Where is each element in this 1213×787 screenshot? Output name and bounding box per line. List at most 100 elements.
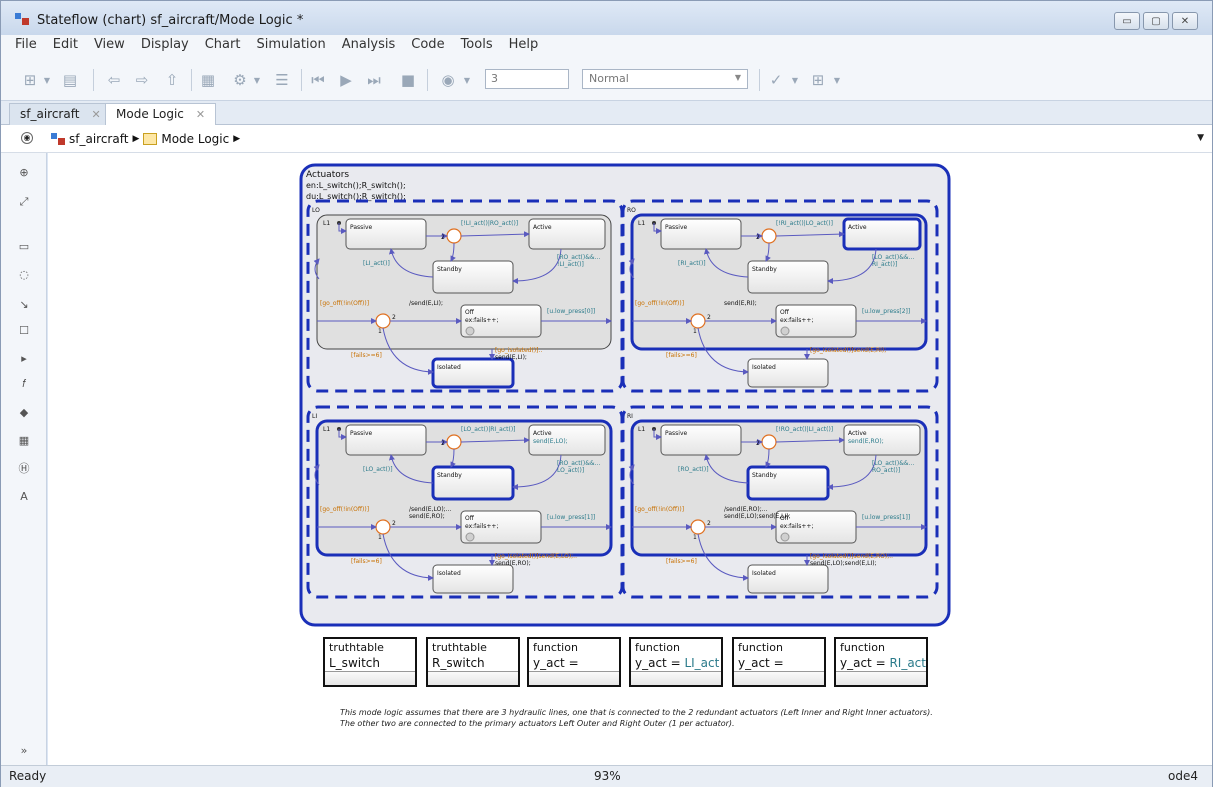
new-model-icon[interactable]: ⊞ [19,69,41,91]
box-tool-icon[interactable]: ☐ [15,321,33,339]
check-icon[interactable]: ✓ [765,69,787,91]
function-block[interactable]: function y_act = RI_act [834,637,928,687]
breadcrumb-item-mode-logic[interactable]: Mode Logic [161,132,229,146]
label-send: /send(E,RO);... [724,506,768,513]
tab-sf-aircraft[interactable]: sf_aircraft ✕ [9,103,112,125]
chevron-down-icon[interactable]: ▼ [1197,133,1204,143]
block-footer [325,671,415,685]
menu-edit[interactable]: Edit [45,35,86,57]
settings-dropdown-icon[interactable]: ▼ [251,69,263,91]
breadcrumb-item-sf-aircraft[interactable]: sf_aircraft [69,132,128,146]
inner-state-name: L1 [323,220,330,227]
close-tab-icon[interactable]: ✕ [91,108,100,121]
maximize-button[interactable]: ▢ [1143,12,1169,30]
junction[interactable] [690,519,706,535]
state-tool-icon[interactable]: ▭ [15,237,33,255]
hide-explorer-icon[interactable]: ◉ [21,132,33,144]
junction[interactable] [375,519,391,535]
expand-palette-icon[interactable]: » [15,741,33,759]
menu-chart[interactable]: Chart [197,35,249,57]
junction[interactable] [690,313,706,329]
tab-mode-logic[interactable]: Mode Logic ✕ [105,103,217,126]
model-explorer-icon[interactable]: ☰ [271,69,293,91]
annotation-tool-icon[interactable]: A [15,487,33,505]
block-signature: R_switch [432,656,485,670]
simulink-state-icon[interactable]: ▸ [15,349,33,367]
label-active-standby-2: RI_act()] [872,261,897,268]
chart-annotation: This mode logic assumes that there are 3… [340,707,933,729]
window-title: Stateflow (chart) sf_aircraft/Mode Logic… [37,13,304,28]
junction[interactable] [446,228,462,244]
breadcrumb: sf_aircraft ▶ Mode Logic ▶ [51,132,240,146]
toolbar: ⊞ ▼ ▤ ⇦ ⇨ ⇧ ▦ ⚙ ▼ ☰ ⏮ ▶ ⏭ ■ ◉ ▼ 3 Normal… [1,57,1212,101]
label-active-standby: [LO_act()&&... [872,254,914,261]
build-icon[interactable]: ⊞ [807,69,829,91]
state-off-indicator [780,326,790,336]
state-isolated-name: Isolated [752,570,776,577]
model-icon [51,133,65,145]
menu-tools[interactable]: Tools [453,35,501,57]
block-kind: truthtable [432,641,487,654]
build-dropdown-icon[interactable]: ▼ [831,69,843,91]
menu-code[interactable]: Code [403,35,452,57]
menu-display[interactable]: Display [133,35,197,57]
new-dropdown-icon[interactable]: ▼ [41,69,53,91]
stop-time-input[interactable]: 3 [485,69,569,89]
menu-simulation[interactable]: Simulation [248,35,333,57]
state-standby-name: Standby [437,472,462,479]
junction[interactable] [761,434,777,450]
run-icon[interactable]: ▶ [335,69,357,91]
function-block[interactable]: functiony_act = RO_act [732,637,826,687]
label-send: /send(E,LO);... [409,506,452,513]
function-block[interactable]: function y_act = LI_act [629,637,723,687]
function-block[interactable]: functiony_act = LO_act [527,637,621,687]
settings-gear-icon[interactable]: ⚙ [229,69,251,91]
stop-icon[interactable]: ■ [397,69,419,91]
block-lhs: y_act = [635,656,685,670]
label-to-isolated: [go_isolated()]send(E,RI); [810,347,886,354]
fit-to-view-icon[interactable]: ⤢ [15,193,33,211]
function-tool-icon[interactable]: 𝑓 [15,375,33,393]
up-arrow-icon[interactable]: ⇧ [161,69,183,91]
forward-arrow-icon[interactable]: ⇨ [131,69,153,91]
back-arrow-icon[interactable]: ⇦ [103,69,125,91]
step-forward-icon[interactable]: ⏭ [363,69,385,91]
region-name: LI [312,413,317,420]
step-back-icon[interactable]: ⏮ [307,69,329,91]
annotation-line-1: This mode logic assumes that there are 3… [340,708,933,717]
simulation-mode-select[interactable]: Normal ▼ [582,69,748,89]
junction[interactable] [446,434,462,450]
inner-state-name: L1 [323,426,330,433]
truthtable-block[interactable]: truthtable R_switch [426,637,520,687]
state-passive-name: Passive [665,224,687,231]
priority-label: 2 [441,440,445,447]
junction[interactable] [375,313,391,329]
zoom-icon[interactable]: ⊕ [15,163,33,181]
menu-analysis[interactable]: Analysis [334,35,404,57]
menu-file[interactable]: File [7,35,45,57]
label-to-isolated: [go_isolated()]send(E,LO);.. [495,553,577,560]
state-standby-name: Standby [752,472,777,479]
truthtable-block[interactable]: truthtable L_switch [323,637,417,687]
history-junction-icon[interactable]: Ⓗ [15,459,33,477]
simulink-function-icon[interactable]: ◆ [15,403,33,421]
block-footer [428,671,518,685]
menu-view[interactable]: View [86,35,133,57]
check-dropdown-icon[interactable]: ▼ [789,69,801,91]
label-send: send(E,RI); [724,300,757,307]
chart-canvas[interactable]: Actuators en:L_switch();R_switch(); du:L… [48,153,1212,765]
priority-label: 1 [693,534,697,541]
default-transition-icon[interactable]: ↘ [15,295,33,313]
record-dropdown-icon[interactable]: ▼ [461,69,473,91]
library-browser-icon[interactable]: ▦ [197,69,219,91]
minimize-button[interactable]: ▭ [1114,12,1140,30]
close-tab-icon[interactable]: ✕ [196,108,205,121]
save-icon[interactable]: ▤ [59,69,81,91]
junction-tool-icon[interactable]: ◌ [15,265,33,283]
block-kind: function [738,641,783,654]
menu-help[interactable]: Help [501,35,547,57]
close-button[interactable]: ✕ [1172,12,1198,30]
record-icon[interactable]: ◉ [437,69,459,91]
junction[interactable] [761,228,777,244]
truth-table-icon[interactable]: ▦ [15,431,33,449]
